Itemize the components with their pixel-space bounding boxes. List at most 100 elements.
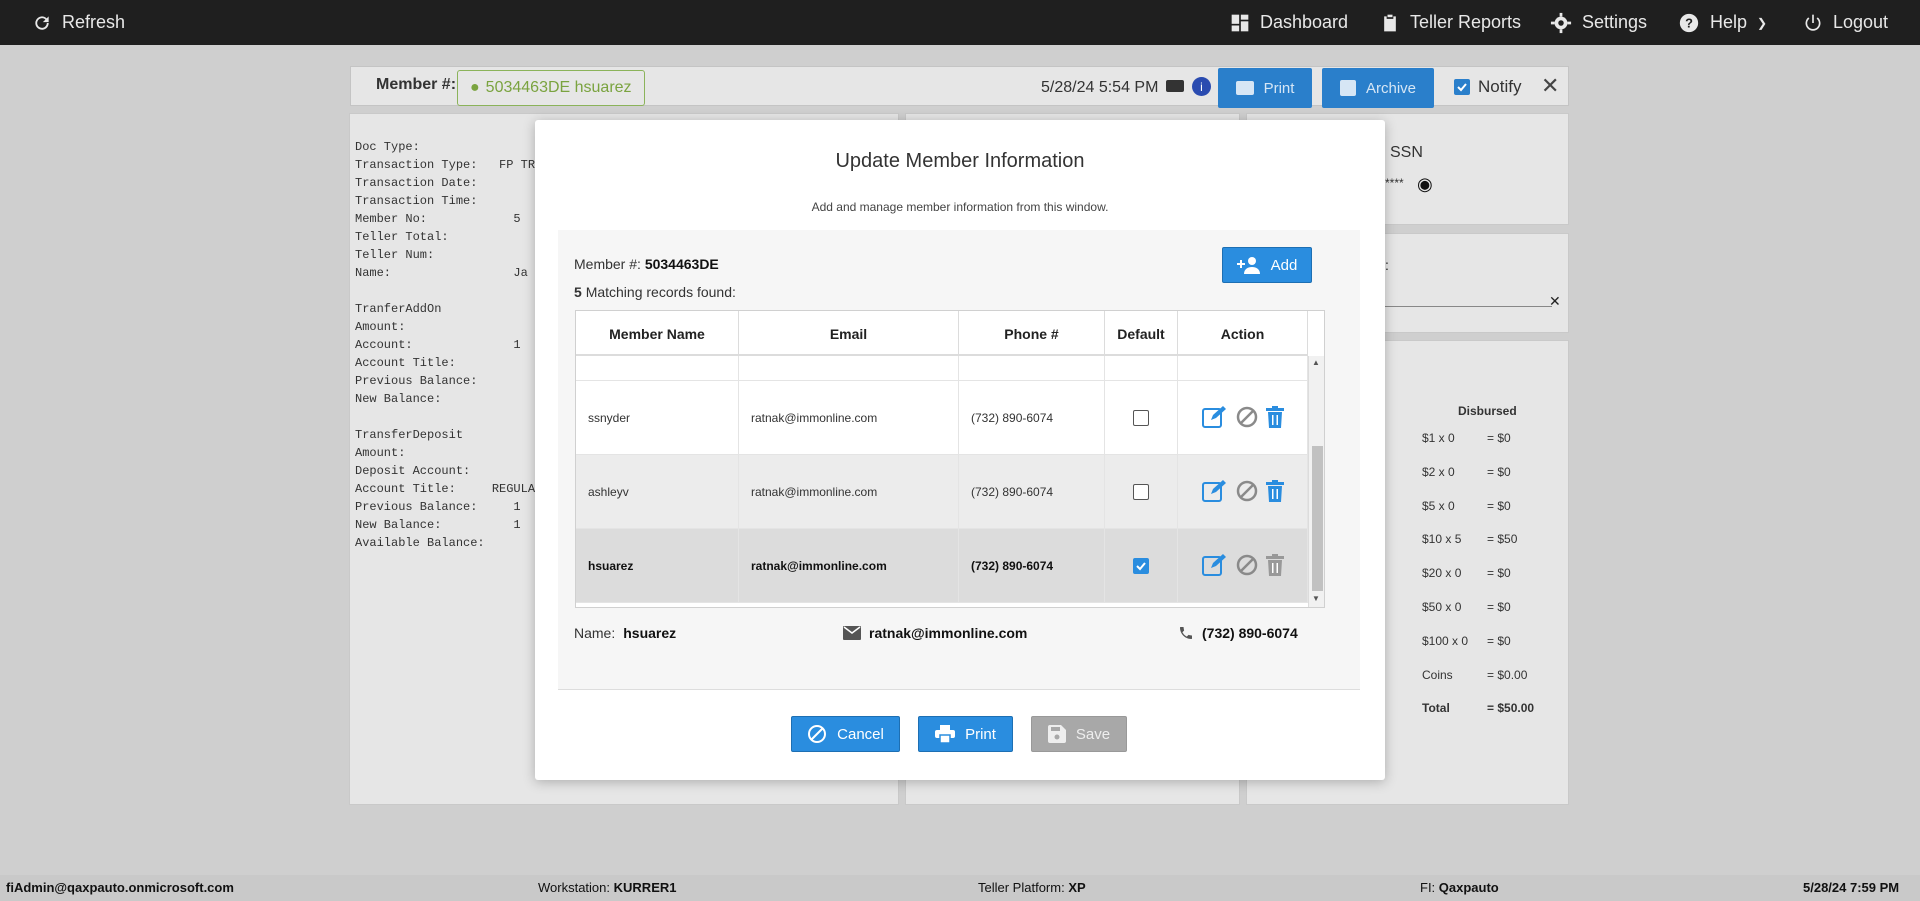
col-action: Action xyxy=(1178,311,1308,356)
modal-title: Update Member Information xyxy=(835,150,1085,172)
cell-phone: (732) 890-6074 xyxy=(959,455,1105,529)
trash-icon[interactable] xyxy=(1265,405,1284,431)
nav-help[interactable]: ? Help ❯ xyxy=(1678,0,1767,45)
ban-icon[interactable] xyxy=(1236,554,1258,579)
member-chip[interactable]: ● 5034463DE hsuarez xyxy=(457,70,645,106)
user-icon: ● xyxy=(470,79,480,96)
cash-denomination: Coins xyxy=(1422,667,1453,682)
print-button[interactable]: Print xyxy=(918,716,1013,752)
col-phone[interactable]: Phone # xyxy=(959,311,1105,356)
trash-icon[interactable] xyxy=(1265,553,1284,579)
update-member-modal: Update Member Information Add and manage… xyxy=(535,120,1385,780)
add-user-icon xyxy=(1236,257,1260,274)
cash-amount: = $50 xyxy=(1487,532,1518,547)
cell-phone: (732) 890-6074 xyxy=(959,381,1105,455)
phone-icon xyxy=(1180,627,1192,639)
nav-dashboard[interactable]: Dashboard xyxy=(1230,0,1348,45)
cash-denomination: $1 x 0 xyxy=(1422,431,1455,445)
default-checkbox[interactable] xyxy=(1133,558,1149,574)
edit-icon[interactable] xyxy=(1201,553,1228,580)
dashboard-icon xyxy=(1231,14,1249,31)
col-email[interactable]: Email xyxy=(739,311,959,356)
ban-icon[interactable] xyxy=(1236,406,1258,431)
table-scrollbar[interactable]: ▲ ▼ xyxy=(1308,356,1324,607)
cash-denomination: $50 x 0 xyxy=(1422,600,1462,614)
clear-icon[interactable]: ✕ xyxy=(1549,293,1561,310)
default-checkbox[interactable] xyxy=(1133,410,1149,426)
status-fi: FI: Qaxpauto xyxy=(1420,880,1499,895)
cancel-button[interactable]: Cancel xyxy=(791,716,900,752)
col-default[interactable]: Default xyxy=(1105,311,1178,356)
col-member-name[interactable]: Member Name xyxy=(576,311,739,356)
records-count: 5 Matching records found: xyxy=(574,284,736,300)
cash-amount: = $50.00 xyxy=(1487,701,1535,716)
scroll-thumb[interactable] xyxy=(1312,446,1323,591)
cash-amount: = $0 xyxy=(1487,464,1511,479)
scroll-up-icon[interactable]: ▲ xyxy=(1312,358,1320,367)
power-icon xyxy=(1805,14,1821,31)
trash-icon[interactable] xyxy=(1265,479,1284,505)
checkbox-checked-icon xyxy=(1454,79,1470,95)
cash-denomination: $2 x 0 xyxy=(1422,464,1455,479)
edit-icon[interactable] xyxy=(1201,405,1228,432)
print-button-bg[interactable]: Print xyxy=(1218,68,1312,108)
cell-action xyxy=(1178,529,1308,603)
status-platform: Teller Platform: XP xyxy=(978,880,1086,895)
ban-icon[interactable] xyxy=(1236,480,1258,505)
disbursed-header: Disbursed xyxy=(1458,404,1517,418)
archive-icon xyxy=(1339,80,1356,96)
save-button[interactable]: Save xyxy=(1031,716,1127,752)
receipt-text: Doc Type: Transaction Type: FP TRA Trans… xyxy=(355,140,543,550)
cash-amount: = $0 xyxy=(1487,431,1511,445)
cash-denomination: $100 x 0 xyxy=(1422,633,1469,648)
cell-action xyxy=(1178,381,1308,455)
notify-checkbox[interactable]: Notify xyxy=(1454,77,1521,97)
eye-slash-icon[interactable]: ◉ xyxy=(1417,174,1433,195)
selected-email: ratnak@immonline.com xyxy=(843,625,1027,641)
cash-denomination: $20 x 0 xyxy=(1422,566,1462,581)
cell-action xyxy=(1178,455,1308,529)
status-user: fiAdmin@qaxpauto.onmicrosoft.com xyxy=(6,880,234,895)
selected-phone: (732) 890-6074 xyxy=(1178,625,1298,641)
refresh-button[interactable]: Refresh xyxy=(32,0,125,45)
edit-icon[interactable] xyxy=(1201,479,1228,506)
status-workstation: Workstation: KURRER1 xyxy=(538,880,677,895)
table-row[interactable]: ashleyv ratnak@immonline.com (732) 890-607… xyxy=(576,455,1308,529)
members-table: Member Name Email Phone # Default Action… xyxy=(575,310,1325,608)
cell-name: ssnyder xyxy=(576,381,739,455)
cash-amount: = $0 xyxy=(1487,498,1511,513)
table-row[interactable]: hsuarez ratnak@immonline.com (732) 890-607… xyxy=(576,529,1308,603)
member-number: Member #: 5034463DE xyxy=(574,256,719,272)
close-icon[interactable]: ✕ xyxy=(1541,73,1559,99)
default-checkbox[interactable] xyxy=(1133,484,1149,500)
cash-amount: = $0.00 xyxy=(1487,667,1528,682)
envelope-icon xyxy=(843,626,861,640)
refresh-icon xyxy=(35,15,49,30)
table-row[interactable]: ssnyder ratnak@immonline.com (732) 890-607… xyxy=(576,381,1308,455)
status-datetime: 5/28/24 7:59 PM xyxy=(1803,880,1900,895)
cash-denomination: $5 x 0 xyxy=(1422,498,1455,513)
cash-denomination: $10 x 5 xyxy=(1422,532,1462,547)
cash-amount: = $0 xyxy=(1487,600,1511,614)
save-icon xyxy=(1047,725,1066,743)
cash-amount: = $0 xyxy=(1487,633,1511,648)
scroll-down-icon[interactable]: ▼ xyxy=(1312,594,1320,603)
keyboard-icon[interactable] xyxy=(1166,80,1184,92)
status-bar: fiAdmin@qaxpauto.onmicrosoft.com Worksta… xyxy=(0,875,1920,901)
info-icon[interactable]: i xyxy=(1192,77,1211,96)
printer-icon xyxy=(935,725,956,743)
member-datetime: 5/28/24 5:54 PM xyxy=(1041,79,1159,96)
table-row-partial xyxy=(576,356,1308,381)
nav-settings[interactable]: Settings xyxy=(1550,0,1647,45)
chevron-down-icon: ❯ xyxy=(1757,15,1768,30)
cell-email: ratnak@immonline.com xyxy=(739,455,959,529)
add-member-button[interactable]: Add xyxy=(1222,247,1312,283)
help-icon: ? xyxy=(1679,13,1699,32)
cell-default xyxy=(1105,381,1178,455)
nav-teller-reports[interactable]: Teller Reports xyxy=(1380,0,1521,45)
ban-icon xyxy=(808,725,827,743)
nav-logout[interactable]: Logout xyxy=(1803,0,1888,45)
cash-denomination: Total xyxy=(1422,701,1450,716)
cell-default xyxy=(1105,529,1178,603)
archive-button[interactable]: Archive xyxy=(1322,68,1434,108)
